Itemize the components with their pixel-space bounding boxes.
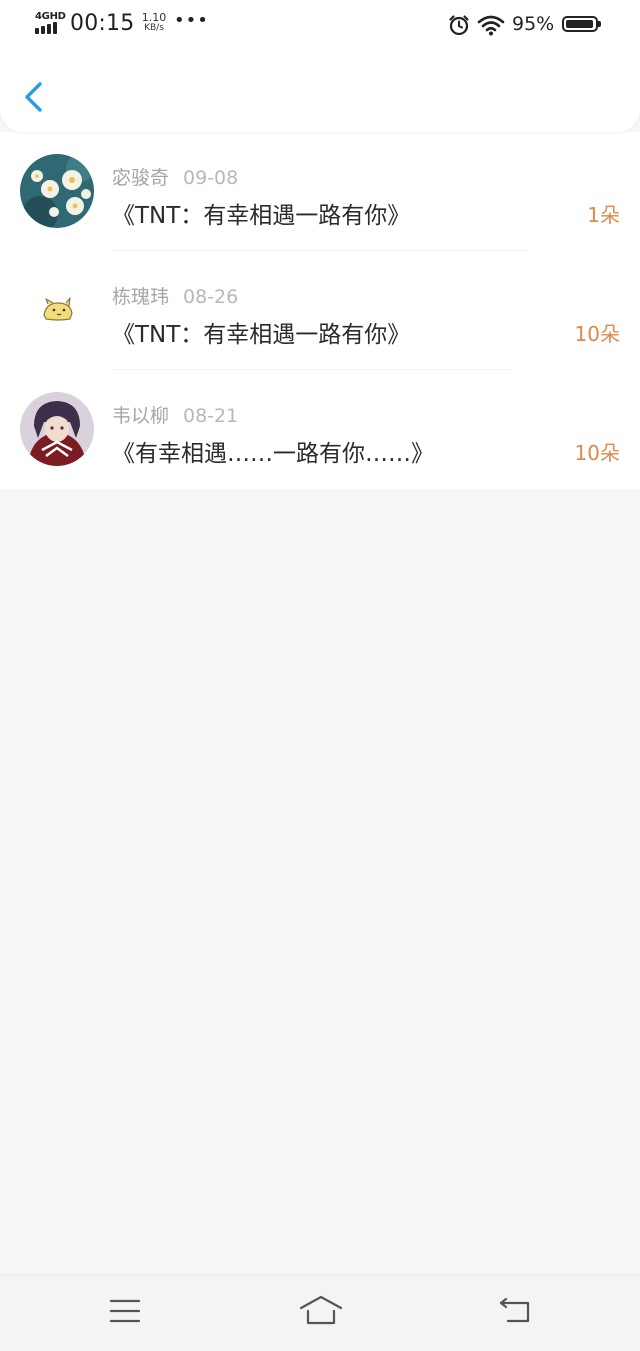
book-title: 《有幸相遇……一路有你……》 <box>112 441 434 467</box>
cartoon-avatar[interactable] <box>20 273 94 347</box>
back-button[interactable] <box>18 78 52 116</box>
list-item[interactable]: 韦以柳 08-21 《有幸相遇……一路有你……》 10朵 <box>0 370 640 489</box>
wifi-icon <box>477 15 505 36</box>
return-icon[interactable] <box>496 1295 536 1327</box>
chevron-left-icon <box>25 82 42 112</box>
menu-icon[interactable] <box>105 1295 145 1327</box>
book-title: 《TNT：有幸相遇一路有你》 <box>112 203 411 229</box>
screen: 4GHD 00:15 1.10 KB/s ••• 95% 宓骏奇 09-08 《… <box>0 0 640 1351</box>
flowers-avatar[interactable] <box>20 154 94 228</box>
user-name: 韦以柳 <box>112 405 170 427</box>
signal-icon: 4GHD <box>34 10 66 36</box>
user-name: 栋瑰玮 <box>112 286 170 308</box>
status-bar: 4GHD 00:15 1.10 KB/s ••• 95% <box>0 0 640 52</box>
record-date: 09-08 <box>183 167 239 189</box>
home-icon[interactable] <box>299 1295 343 1327</box>
status-time: 00:15 <box>70 11 135 36</box>
list-item[interactable]: 栋瑰玮 08-26 《TNT：有幸相遇一路有你》 10朵 <box>0 251 640 370</box>
battery-icon <box>562 16 601 32</box>
record-meta: 宓骏奇 09-08 <box>112 163 238 190</box>
more-notifications-icon: ••• <box>174 10 209 31</box>
battery-percent: 95% <box>512 13 555 35</box>
alarm-icon <box>449 15 469 36</box>
header: 4GHD 00:15 1.10 KB/s ••• 95% <box>0 0 640 132</box>
battery-fill <box>566 20 593 28</box>
user-name: 宓骏奇 <box>112 167 170 189</box>
record-list: 宓骏奇 09-08 《TNT：有幸相遇一路有你》 1朵 栋瑰玮 08-26 《T… <box>0 132 640 489</box>
flower-count: 10朵 <box>574 441 620 465</box>
anime-avatar[interactable] <box>20 392 94 466</box>
network-type: 4GHD <box>35 11 66 22</box>
book-title: 《TNT：有幸相遇一路有你》 <box>112 322 411 348</box>
speed-unit: KB/s <box>144 23 164 33</box>
bottom-nav <box>0 1274 640 1351</box>
record-meta: 韦以柳 08-21 <box>112 401 238 428</box>
network-speed: 1.10 KB/s <box>139 12 169 34</box>
record-date: 08-26 <box>183 286 239 308</box>
flower-count: 1朵 <box>587 203 620 227</box>
list-item[interactable]: 宓骏奇 09-08 《TNT：有幸相遇一路有你》 1朵 <box>0 132 640 251</box>
record-date: 08-21 <box>183 405 239 427</box>
record-meta: 栋瑰玮 08-26 <box>112 282 238 309</box>
flower-count: 10朵 <box>574 322 620 346</box>
speed-value: 1.10 <box>141 11 167 24</box>
